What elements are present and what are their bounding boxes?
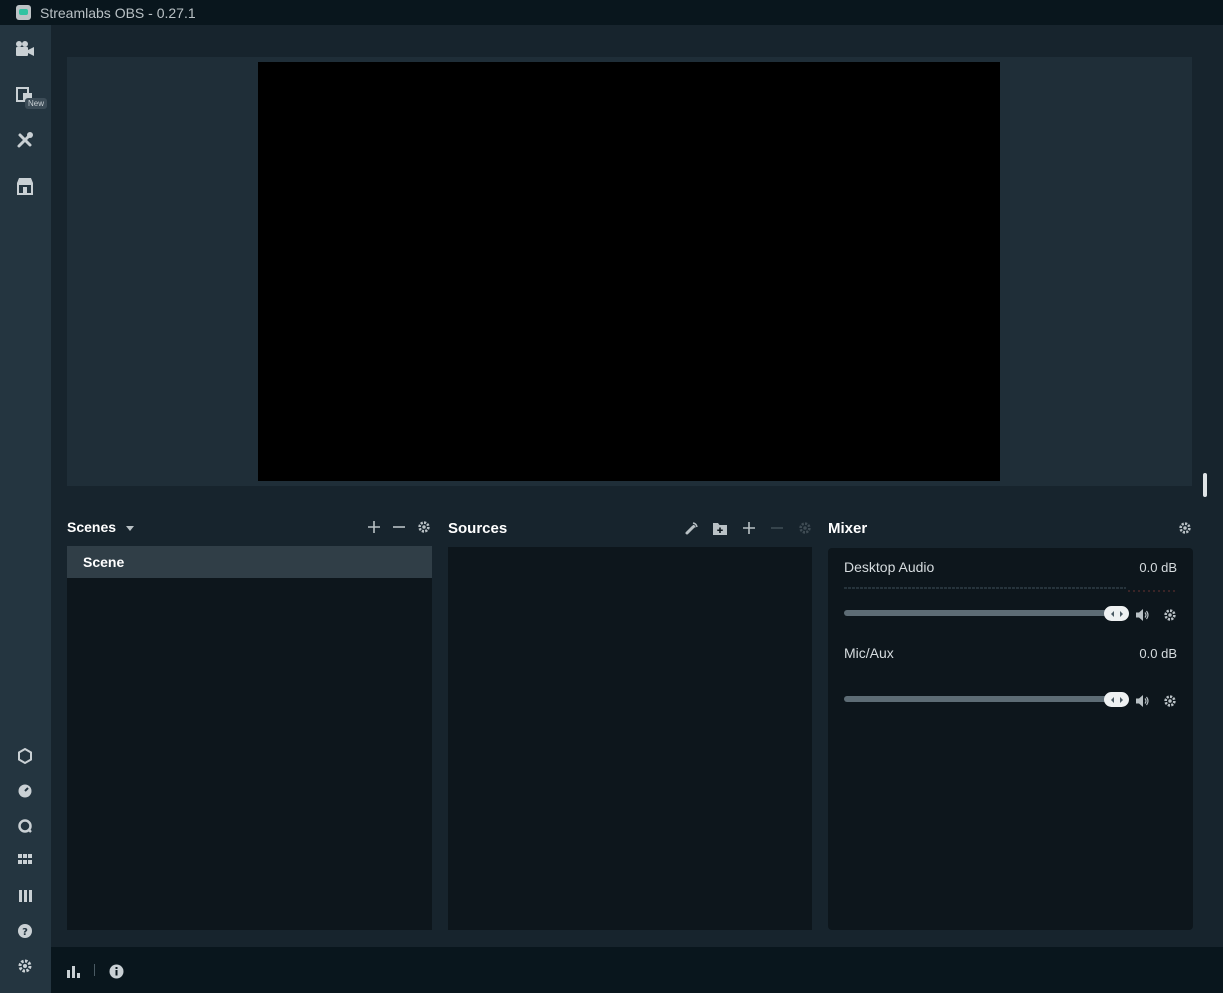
mic-aux-settings-button[interactable] [1162,691,1178,711]
main-area: Scenes Scene Sources Mixer Desktop Audio… [51,25,1223,947]
svg-text:?: ? [22,927,28,938]
add-source-button[interactable] [739,518,759,538]
scenes-header: Scenes [67,517,432,537]
footer-divider [94,964,95,976]
new-badge: New [25,98,48,109]
nav-prime-button[interactable] [12,743,38,769]
studio-camera-icon [16,41,34,56]
prime-icon [18,748,32,764]
gear-icon [418,521,430,533]
dock-resize-handle[interactable] [1203,473,1207,497]
mute-desktop-audio-button[interactable] [1134,605,1150,625]
microphone-waves-icon [685,522,698,535]
mixer-title: Mixer [828,519,868,537]
sources-header: Sources [448,518,812,538]
volume-slider-handle[interactable] [1104,606,1129,621]
speaker-icon [1135,695,1149,707]
settings-icon [18,959,32,973]
plus-icon [743,522,755,534]
grid-icon [18,854,32,864]
nav-store-button[interactable] [12,173,38,199]
scene-settings-button[interactable] [415,517,433,537]
source-settings-button[interactable] [795,518,815,538]
side-navigation: New ? [0,25,51,993]
mixer-panel: Desktop Audio 0.0 dB Mic/Aux 0.0 dB [828,548,1193,930]
volume-slider-track[interactable] [844,610,1124,616]
gear-icon [1164,609,1176,621]
themes-tools-icon [17,132,33,148]
nav-chat-button[interactable] [12,813,38,839]
minus-icon [393,526,405,528]
nav-grid-button[interactable] [12,847,38,873]
gear-icon [799,522,811,534]
remove-source-button[interactable] [767,518,787,538]
desktop-audio-settings-button[interactable] [1162,605,1178,625]
audio-source-db: 0.0 dB [1139,646,1177,661]
scenes-title: Scenes [67,519,117,535]
help-icon: ? [18,924,32,938]
scene-item-label: Scene [83,554,125,570]
info-icon [109,964,123,978]
gear-icon [1164,695,1176,707]
audio-source-name: Mic/Aux [844,645,894,661]
plus-icon [368,521,380,533]
nav-help-button[interactable]: ? [12,918,38,944]
mixer-header: Mixer [828,518,1193,538]
folder-plus-icon [713,522,727,535]
store-icon [17,178,33,195]
add-scene-button[interactable] [365,517,383,537]
add-folder-button[interactable] [710,518,730,538]
remove-scene-button[interactable] [390,517,408,537]
scene-collection-dropdown-icon[interactable] [126,525,135,531]
volume-meter-peak [1128,590,1176,592]
gear-icon [1179,522,1191,534]
dashboard-icon [18,784,32,798]
arrows-horizontal-icon [1110,610,1123,617]
nav-settings-button[interactable] [12,953,38,979]
stream-preview-canvas[interactable] [258,62,1000,481]
arrows-horizontal-icon [1110,696,1123,703]
app-logo-icon [16,5,31,20]
performance-button[interactable] [65,961,83,981]
chat-icon [18,819,32,833]
volume-slider-track[interactable] [844,696,1124,702]
mute-mic-aux-button[interactable] [1134,691,1150,711]
sources-title: Sources [448,519,508,537]
mixer-settings-button[interactable] [1176,518,1194,538]
minus-icon [771,527,783,529]
audio-source-db: 0.0 dB [1139,560,1177,575]
info-button[interactable] [107,961,125,981]
source-audio-button[interactable] [682,518,702,538]
preview-area [67,57,1192,486]
nav-library-button[interactable] [12,883,38,909]
scenes-list: Scene [67,546,432,930]
title-bar: Streamlabs OBS - 0.27.1 [0,0,1223,25]
volume-meter [844,587,1126,589]
scene-item[interactable]: Scene [67,546,432,578]
nav-themes-button[interactable] [12,127,38,153]
audio-source-name: Desktop Audio [844,559,935,575]
sources-list [448,547,812,930]
volume-slider-handle[interactable] [1104,692,1129,707]
performance-chart-icon [67,966,80,978]
nav-dashboard-button[interactable] [12,778,38,804]
window-title: Streamlabs OBS - 0.27.1 [40,4,196,21]
library-icon [19,890,32,902]
speaker-icon [1135,609,1149,621]
status-footer [51,947,1223,993]
nav-editor-button[interactable] [12,36,38,62]
